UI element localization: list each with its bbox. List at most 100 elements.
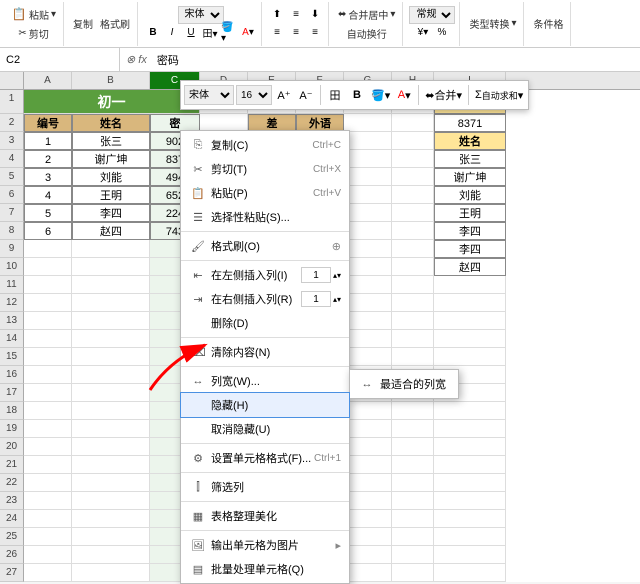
type-convert-button[interactable]: 类型转换▾ xyxy=(466,14,519,33)
fill-color-button[interactable]: 🪣▾ xyxy=(220,24,238,42)
mini-merge-button[interactable]: ⬌合并▾ xyxy=(423,84,464,106)
cell-id[interactable]: 1 xyxy=(24,132,72,150)
cell-name[interactable]: 李四 xyxy=(72,204,150,222)
row-header[interactable]: 19 xyxy=(0,420,24,438)
cell-id[interactable]: 6 xyxy=(24,222,72,240)
cm-insert-left[interactable]: ⇤在左侧插入列(I)▴▾ xyxy=(181,263,349,287)
row-header[interactable]: 1 xyxy=(0,90,24,114)
fx-icon[interactable]: ⊗ fx xyxy=(120,53,153,66)
cm-paste-special[interactable]: ☰选择性粘贴(S)... xyxy=(181,205,349,229)
mini-decrease-font[interactable]: A⁻ xyxy=(296,84,316,106)
row-header[interactable]: 4 xyxy=(0,150,24,168)
row-header[interactable]: 5 xyxy=(0,168,24,186)
cm-insert-right-count[interactable] xyxy=(301,291,331,307)
cell-name2[interactable]: 姓名 xyxy=(434,132,506,150)
row-header[interactable]: 23 xyxy=(0,492,24,510)
cm-best-fit[interactable]: ↔最适合的列宽 xyxy=(350,372,458,396)
formula-input[interactable] xyxy=(153,48,640,71)
name-box[interactable]: C2 xyxy=(0,48,120,71)
currency-button[interactable]: ¥▾ xyxy=(414,24,432,42)
cell-name2[interactable]: 刘能 xyxy=(434,186,506,204)
row-header[interactable]: 7 xyxy=(0,204,24,222)
align-right-button[interactable]: ≡ xyxy=(306,24,324,42)
align-bot-button[interactable]: ⬇ xyxy=(306,6,324,24)
border-button[interactable]: 田▾ xyxy=(201,24,219,42)
cm-batch[interactable]: ▤批量处理单元格(Q) xyxy=(181,557,349,581)
cell-id[interactable]: 2 xyxy=(24,150,72,168)
row-header[interactable]: 3 xyxy=(0,132,24,150)
mini-fill-icon[interactable]: 🪣▾ xyxy=(369,84,392,106)
mini-bold-button[interactable]: B xyxy=(347,84,367,106)
cm-filter[interactable]: ⫿筛选列 xyxy=(181,475,349,499)
cm-format-painter[interactable]: 🖌格式刷(O)⊕ xyxy=(181,234,349,258)
cell-name[interactable]: 谢广坤 xyxy=(72,150,150,168)
header-id[interactable]: 编号 xyxy=(24,114,72,132)
cell-id[interactable]: 3 xyxy=(24,168,72,186)
cell-name2[interactable]: 李四 xyxy=(434,222,506,240)
merge-center-button[interactable]: ⬌ 合并居中▾ xyxy=(335,5,398,24)
row-header[interactable]: 20 xyxy=(0,438,24,456)
font-name-select[interactable]: 宋体 xyxy=(178,6,224,24)
cm-cut[interactable]: ✂剪切(T)Ctrl+X xyxy=(181,157,349,181)
copy-button[interactable]: 复制 xyxy=(70,14,96,33)
cell-name2[interactable]: 谢广坤 xyxy=(434,168,506,186)
align-left-button[interactable]: ≡ xyxy=(268,24,286,42)
row-header[interactable]: 9 xyxy=(0,240,24,258)
title-cell[interactable]: 初一 xyxy=(24,90,200,114)
row-header[interactable]: 16 xyxy=(0,366,24,384)
pwd-value-cell[interactable]: 8371 xyxy=(434,114,506,132)
row-header[interactable]: 21 xyxy=(0,456,24,474)
cm-cell-format[interactable]: ⚙设置单元格格式(F)...Ctrl+1 xyxy=(181,446,349,470)
cm-insert-right[interactable]: ⇥在右侧插入列(R)▴▾ xyxy=(181,287,349,311)
percent-button[interactable]: % xyxy=(433,24,451,42)
cell-name2[interactable]: 张三 xyxy=(434,150,506,168)
cm-unhide[interactable]: 取消隐藏(U) xyxy=(181,417,349,441)
paste-button[interactable]: 📋粘贴▾ xyxy=(8,4,59,24)
row-header[interactable]: 13 xyxy=(0,312,24,330)
cm-clear[interactable]: ⌫清除内容(N) xyxy=(181,340,349,364)
cm-beautify[interactable]: ▦表格整理美化 xyxy=(181,504,349,528)
font-color-button[interactable]: A▾ xyxy=(239,24,257,42)
cell-name[interactable]: 刘能 xyxy=(72,168,150,186)
cell-name2[interactable]: 王明 xyxy=(434,204,506,222)
cell-id[interactable]: 5 xyxy=(24,204,72,222)
row-header[interactable]: 8 xyxy=(0,222,24,240)
mini-font-select[interactable]: 宋体 xyxy=(184,85,234,105)
cm-hide[interactable]: 隐藏(H) xyxy=(181,393,349,417)
mini-border-icon[interactable]: 田 xyxy=(325,84,345,106)
cm-insert-left-count[interactable] xyxy=(301,267,331,283)
cm-paste[interactable]: 📋粘贴(P)Ctrl+V xyxy=(181,181,349,205)
cond-format-button[interactable]: 条件格 xyxy=(530,14,566,33)
row-header[interactable]: 25 xyxy=(0,528,24,546)
header-name[interactable]: 姓名 xyxy=(72,114,150,132)
cell-name[interactable]: 王明 xyxy=(72,186,150,204)
mini-increase-font[interactable]: A⁺ xyxy=(274,84,294,106)
cut-button[interactable]: ✂剪切 xyxy=(15,24,51,43)
row-header[interactable]: 18 xyxy=(0,402,24,420)
cm-copy[interactable]: ⎘复制(C)Ctrl+C xyxy=(181,133,349,157)
row-header[interactable]: 27 xyxy=(0,564,24,582)
cm-export-img[interactable]: 🖼输出单元格为图片▸ xyxy=(181,533,349,557)
col-header-A[interactable]: A xyxy=(24,72,72,89)
row-header[interactable]: 15 xyxy=(0,348,24,366)
row-header[interactable]: 24 xyxy=(0,510,24,528)
row-header[interactable]: 11 xyxy=(0,276,24,294)
mini-size-select[interactable]: 16 xyxy=(236,85,272,105)
cell-name[interactable]: 赵四 xyxy=(72,222,150,240)
row-header[interactable]: 22 xyxy=(0,474,24,492)
mini-sum-button[interactable]: Σ自动求和▾ xyxy=(473,84,525,106)
number-format-select[interactable]: 常规 xyxy=(409,6,455,24)
cell-id[interactable]: 4 xyxy=(24,186,72,204)
row-header[interactable]: 14 xyxy=(0,330,24,348)
align-top-button[interactable]: ⬆ xyxy=(268,6,286,24)
row-header[interactable]: 17 xyxy=(0,384,24,402)
align-center-button[interactable]: ≡ xyxy=(287,24,305,42)
align-mid-button[interactable]: ≡ xyxy=(287,6,305,24)
cell-name[interactable]: 张三 xyxy=(72,132,150,150)
mini-font-color-icon[interactable]: A▾ xyxy=(394,84,414,106)
row-header[interactable]: 26 xyxy=(0,546,24,564)
row-header[interactable]: 10 xyxy=(0,258,24,276)
row-header[interactable]: 6 xyxy=(0,186,24,204)
wrap-text-button[interactable]: 自动换行 xyxy=(344,24,390,43)
select-all-corner[interactable] xyxy=(0,72,24,89)
